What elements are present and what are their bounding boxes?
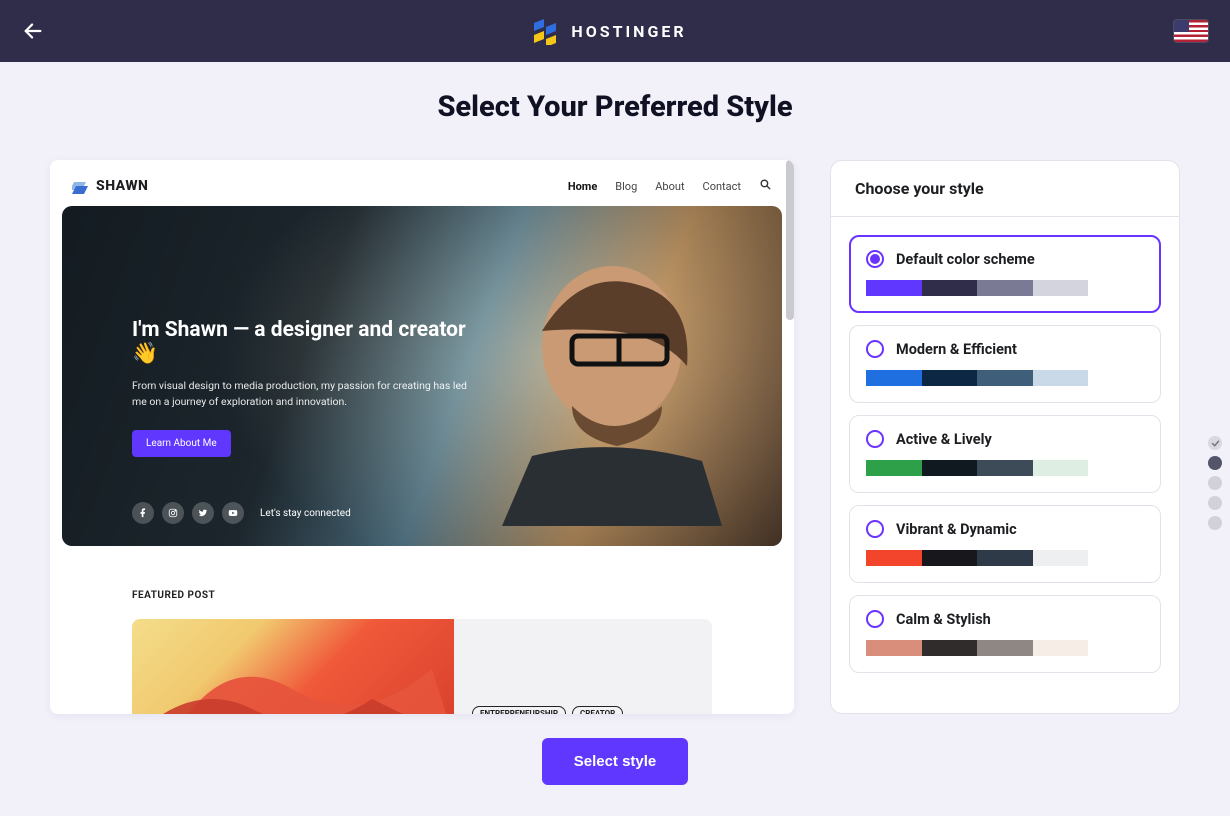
side-dot[interactable]	[1208, 496, 1222, 510]
style-option[interactable]: Default color scheme	[849, 235, 1161, 313]
radio-icon	[866, 520, 884, 538]
content-area: SHAWN Home Blog About Contact	[0, 124, 1230, 714]
color-swatch	[1033, 280, 1089, 296]
color-swatch	[866, 370, 922, 386]
preview-site-name: SHAWN	[96, 178, 148, 194]
preview-tag: ENTREPRENEURSHIP	[472, 706, 566, 714]
language-flag-us[interactable]	[1174, 20, 1208, 42]
color-swatch	[977, 460, 1033, 476]
style-option[interactable]: Modern & Efficient	[849, 325, 1161, 403]
template-preview: SHAWN Home Blog About Contact	[50, 160, 794, 714]
style-option-label: Active & Lively	[896, 431, 992, 448]
preview-tag: CREATOR	[572, 706, 623, 714]
color-swatch	[866, 280, 922, 296]
color-swatch	[1088, 280, 1144, 296]
preview-hero-socials: Let's stay connected	[132, 502, 351, 524]
youtube-icon	[222, 502, 244, 524]
color-swatch	[922, 640, 978, 656]
radio-icon	[866, 250, 884, 268]
style-option[interactable]: Calm & Stylish	[849, 595, 1161, 673]
back-button[interactable]	[22, 20, 44, 42]
preview-hero: I'm Shawn — a designer and creator 👋 Fro…	[62, 206, 782, 546]
preview-scrollbar[interactable]	[786, 160, 794, 320]
side-dot[interactable]	[1208, 516, 1222, 530]
style-option[interactable]: Vibrant & Dynamic	[849, 505, 1161, 583]
color-swatch	[922, 280, 978, 296]
radio-icon	[866, 430, 884, 448]
side-dot-check[interactable]	[1208, 436, 1222, 450]
color-swatch-row	[866, 280, 1144, 296]
top-bar: HOSTINGER	[0, 0, 1230, 62]
preview-nav-item: Blog	[615, 180, 637, 193]
color-swatch	[1033, 370, 1089, 386]
style-panel: Choose your style Default color scheme Mo…	[830, 160, 1180, 714]
side-dot[interactable]	[1208, 476, 1222, 490]
color-swatch	[922, 370, 978, 386]
side-dot-active[interactable]	[1208, 456, 1222, 470]
color-swatch	[1033, 640, 1089, 656]
style-panel-title: Choose your style	[831, 161, 1179, 217]
style-option-label: Calm & Stylish	[896, 611, 991, 628]
style-option[interactable]: Active & Lively	[849, 415, 1161, 493]
instagram-icon	[162, 502, 184, 524]
color-swatch	[977, 550, 1033, 566]
color-swatch	[1033, 460, 1089, 476]
color-swatch-row	[866, 550, 1144, 566]
preview-tag-row: ENTREPRENEURSHIP CREATOR	[472, 706, 694, 714]
preview-post-card: ENTREPRENEURSHIP CREATOR	[132, 619, 712, 714]
color-swatch-row	[866, 460, 1144, 476]
color-swatch	[977, 640, 1033, 656]
style-option-label: Vibrant & Dynamic	[896, 521, 1017, 538]
color-swatch	[977, 280, 1033, 296]
color-swatch	[977, 370, 1033, 386]
hero-person-illustration	[462, 236, 742, 526]
preview-post-image	[132, 619, 454, 714]
facebook-icon	[132, 502, 154, 524]
color-swatch	[1088, 370, 1144, 386]
preview-social-text: Let's stay connected	[260, 508, 351, 519]
color-swatch	[1088, 640, 1144, 656]
color-swatch	[1033, 550, 1089, 566]
side-helper-dots	[1208, 436, 1222, 530]
preview-site-nav: Home Blog About Contact	[568, 178, 772, 194]
preview-nav-item: Contact	[703, 180, 741, 193]
twitter-icon	[192, 502, 214, 524]
color-swatch	[922, 550, 978, 566]
style-list: Default color scheme Modern & Efficient Ac…	[831, 217, 1179, 691]
search-icon	[759, 178, 772, 194]
radio-icon	[866, 610, 884, 628]
preview-hero-sub: From visual design to media production, …	[132, 378, 472, 410]
color-swatch	[922, 460, 978, 476]
radio-icon	[866, 340, 884, 358]
preview-nav-item: About	[655, 180, 684, 193]
style-option-label: Default color scheme	[896, 251, 1035, 268]
preview-hero-cta: Learn About Me	[132, 430, 231, 457]
brand-name: HOSTINGER	[571, 22, 686, 41]
color-swatch	[866, 460, 922, 476]
color-swatch	[866, 640, 922, 656]
preview-site-header: SHAWN Home Blog About Contact	[62, 172, 782, 206]
color-swatch	[1088, 460, 1144, 476]
select-style-button[interactable]: Select style	[542, 738, 689, 785]
style-option-label: Modern & Efficient	[896, 341, 1017, 358]
color-swatch-row	[866, 640, 1144, 656]
preview-section-label: FEATURED POST	[132, 590, 782, 601]
preview-logo-icon	[72, 178, 88, 194]
preview-nav-item: Home	[568, 180, 597, 193]
preview-hero-heading: I'm Shawn — a designer and creator 👋	[132, 318, 472, 366]
brand-logo-icon	[531, 17, 559, 45]
arrow-left-icon	[22, 20, 44, 42]
page-title: Select Your Preferred Style	[0, 90, 1230, 124]
bottom-bar: Select style	[0, 738, 1230, 785]
preview-site-logo: SHAWN	[72, 178, 148, 194]
color-swatch	[1088, 550, 1144, 566]
color-swatch-row	[866, 370, 1144, 386]
brand: HOSTINGER	[531, 17, 686, 45]
color-swatch	[866, 550, 922, 566]
